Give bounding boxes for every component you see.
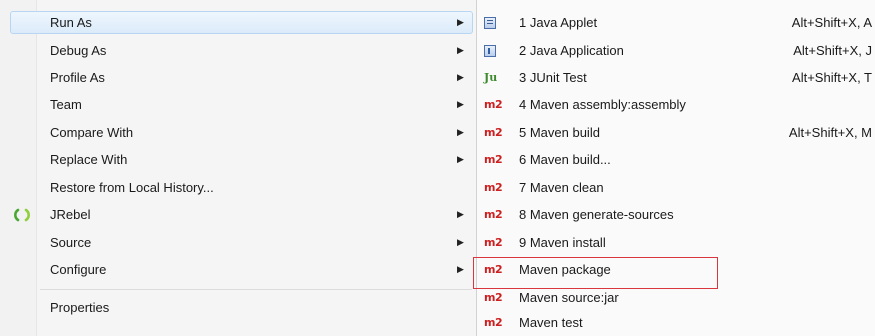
submenu-arrow-icon: ▶ bbox=[457, 154, 464, 164]
submenu-item-maven-test[interactable]: m2 Maven test bbox=[477, 309, 875, 336]
maven-icon: m2 bbox=[484, 208, 503, 221]
menu-item-label: Run As bbox=[50, 15, 92, 30]
junit-icon: Ju bbox=[484, 71, 498, 84]
submenu-arrow-icon: ▶ bbox=[457, 264, 464, 274]
menu-item-label: Replace With bbox=[50, 152, 128, 167]
submenu-item-maven-build[interactable]: m2 5 Maven build Alt+Shift+X, M bbox=[477, 119, 875, 146]
submenu-item-label: 2 Java Application bbox=[519, 43, 624, 58]
menu-item-label: Debug As bbox=[50, 43, 107, 58]
submenu-item-label: 9 Maven install bbox=[519, 235, 606, 250]
submenu-item-label: Maven test bbox=[519, 315, 583, 330]
submenu-item-maven-clean[interactable]: m2 7 Maven clean bbox=[477, 174, 875, 201]
menu-item-profile-as[interactable]: Profile As ▶ bbox=[0, 64, 476, 91]
submenu-item-maven-package[interactable]: m2 Maven package bbox=[477, 256, 875, 283]
shortcut-text: Alt+Shift+X, J bbox=[793, 43, 872, 58]
shortcut-text: Alt+Shift+X, A bbox=[791, 15, 872, 30]
submenu-arrow-icon: ▶ bbox=[457, 127, 464, 137]
maven-icon: m2 bbox=[484, 98, 503, 111]
submenu-arrow-icon: ▶ bbox=[457, 45, 464, 55]
menu-item-source[interactable]: Source ▶ bbox=[0, 229, 476, 256]
submenu-item-label: Maven source:jar bbox=[519, 290, 619, 305]
java-applet-icon bbox=[484, 15, 506, 31]
shortcut-text: Alt+Shift+X, T bbox=[792, 70, 872, 85]
menu-item-label: Configure bbox=[50, 262, 107, 277]
submenu-item-label: 1 Java Applet bbox=[519, 15, 598, 30]
submenu-item-label: 4 Maven assembly:assembly bbox=[519, 97, 686, 112]
menu-item-run-as[interactable]: Run As ▶ bbox=[0, 9, 476, 36]
maven-icon: m2 bbox=[484, 291, 503, 304]
shortcut-text: Alt+Shift+X, M bbox=[788, 125, 872, 140]
submenu-arrow-icon: ▶ bbox=[457, 209, 464, 219]
run-as-submenu: 1 Java Applet Alt+Shift+X, A 2 Java Appl… bbox=[476, 0, 875, 336]
maven-icon: m2 bbox=[484, 181, 503, 194]
submenu-item-java-application[interactable]: 2 Java Application Alt+Shift+X, J bbox=[477, 37, 875, 64]
submenu-item-label: 8 Maven generate-sources bbox=[519, 207, 674, 222]
menu-item-debug-as[interactable]: Debug As ▶ bbox=[0, 37, 476, 64]
context-menu-screenshot: Run As ▶ Debug As ▶ Profile As ▶ Team ▶ … bbox=[0, 0, 875, 336]
menu-item-label: Restore from Local History... bbox=[50, 180, 214, 195]
menu-item-label: Profile As bbox=[50, 70, 105, 85]
submenu-item-maven-build-dialog[interactable]: m2 6 Maven build... bbox=[477, 146, 875, 173]
submenu-item-maven-source-jar[interactable]: m2 Maven source:jar bbox=[477, 284, 875, 311]
menu-item-compare-with[interactable]: Compare With ▶ bbox=[0, 119, 476, 146]
submenu-item-label: 5 Maven build bbox=[519, 125, 600, 140]
menu-item-configure[interactable]: Configure ▶ bbox=[0, 256, 476, 283]
java-application-icon bbox=[484, 43, 506, 59]
menu-item-restore-local-history[interactable]: Restore from Local History... bbox=[0, 174, 476, 201]
maven-icon: m2 bbox=[484, 126, 503, 139]
submenu-arrow-icon: ▶ bbox=[457, 17, 464, 27]
context-menu: Run As ▶ Debug As ▶ Profile As ▶ Team ▶ … bbox=[0, 0, 476, 336]
submenu-item-label: 7 Maven clean bbox=[519, 180, 604, 195]
submenu-item-junit-test[interactable]: Ju 3 JUnit Test Alt+Shift+X, T bbox=[477, 64, 875, 91]
submenu-item-maven-assembly[interactable]: m2 4 Maven assembly:assembly bbox=[477, 91, 875, 118]
submenu-item-java-applet[interactable]: 1 Java Applet Alt+Shift+X, A bbox=[477, 9, 875, 36]
submenu-item-label: Maven package bbox=[519, 262, 611, 277]
menu-item-label: Properties bbox=[50, 300, 110, 315]
menu-item-properties[interactable]: Properties bbox=[0, 294, 476, 321]
maven-icon: m2 bbox=[484, 236, 503, 249]
maven-icon: m2 bbox=[484, 153, 503, 166]
submenu-item-label: 3 JUnit Test bbox=[519, 70, 587, 85]
menu-item-team[interactable]: Team ▶ bbox=[0, 91, 476, 118]
submenu-item-label: 6 Maven build... bbox=[519, 152, 611, 167]
menu-item-jrebel[interactable]: JRebel ▶ bbox=[0, 201, 476, 228]
menu-item-label: Source bbox=[50, 235, 92, 250]
maven-icon: m2 bbox=[484, 316, 503, 329]
submenu-arrow-icon: ▶ bbox=[457, 99, 464, 109]
submenu-item-maven-install[interactable]: m2 9 Maven install bbox=[477, 229, 875, 256]
jrebel-icon bbox=[14, 208, 30, 222]
submenu-item-maven-generate-sources[interactable]: m2 8 Maven generate-sources bbox=[477, 201, 875, 228]
submenu-arrow-icon: ▶ bbox=[457, 72, 464, 82]
menu-item-label: Team bbox=[50, 97, 82, 112]
submenu-arrow-icon: ▶ bbox=[457, 237, 464, 247]
menu-separator bbox=[40, 289, 472, 290]
menu-item-label: Compare With bbox=[50, 125, 134, 140]
menu-item-label: JRebel bbox=[50, 207, 91, 222]
maven-icon: m2 bbox=[484, 263, 503, 276]
menu-item-replace-with[interactable]: Replace With ▶ bbox=[0, 146, 476, 173]
